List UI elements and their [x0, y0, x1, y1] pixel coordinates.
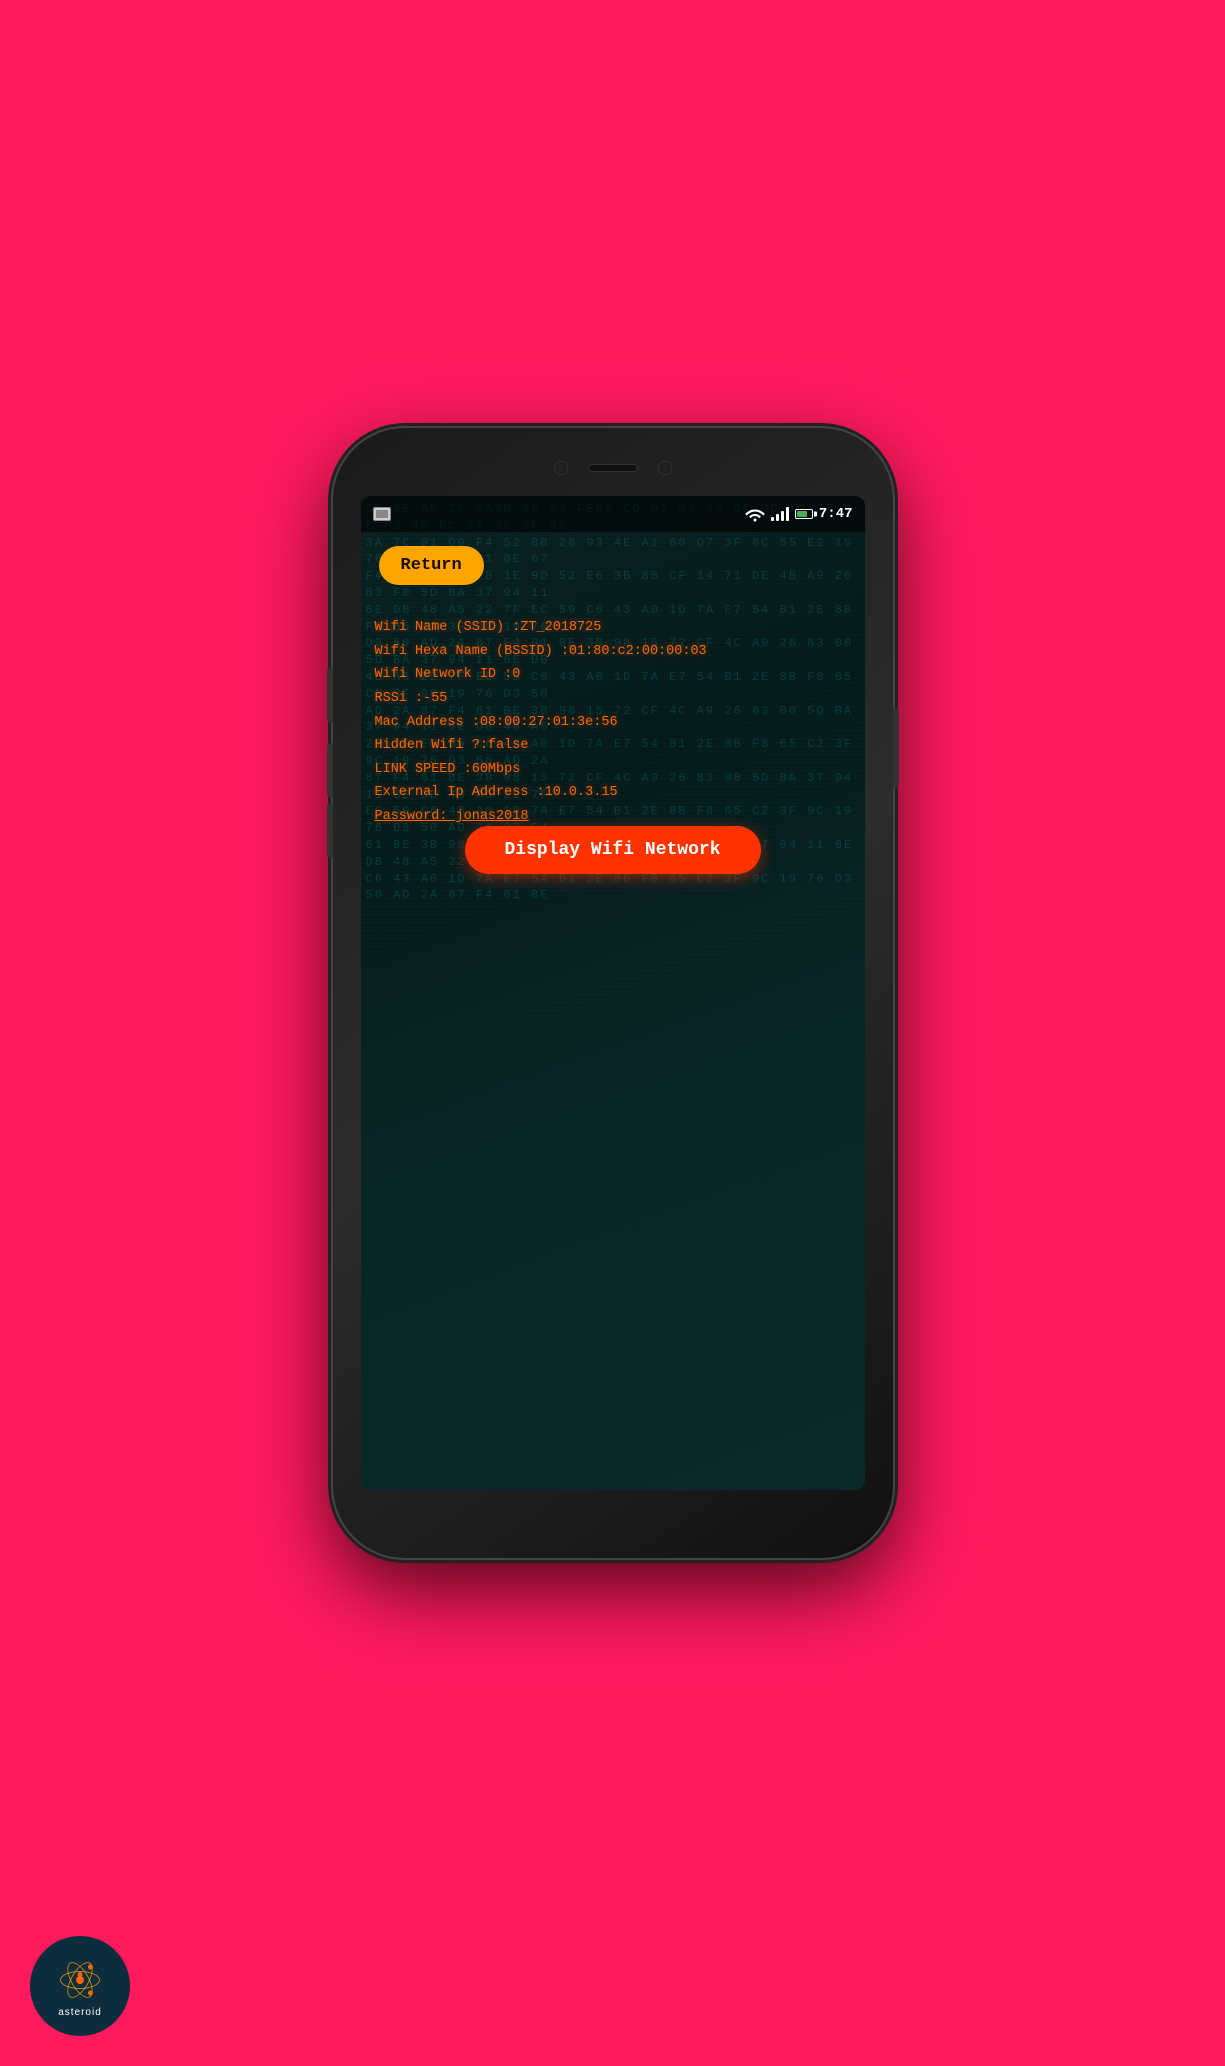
notification-icon — [373, 507, 391, 521]
wifi-info-panel: Wifi Name (SSID) :ZT_2018725 Wifi Hexa N… — [375, 616, 851, 829]
status-left — [373, 507, 391, 521]
wifi-external-ip: External Ip Address :10.0.3.15 — [375, 781, 851, 805]
wifi-hidden: Hidden Wifi ?:false — [375, 734, 851, 758]
phone-body: 8F 9E A5 2F 6A3B 88 67 FE8A CD 01 B4 33 … — [333, 428, 893, 1558]
wifi-link-speed: LINK SPEED :60Mbps — [375, 758, 851, 782]
status-bar: 7:47 — [361, 496, 865, 532]
wifi-rssi: RSSi :-55 — [375, 687, 851, 711]
electron-3 — [87, 1963, 94, 1970]
wifi-bssid: Wifi Hexa Name (BSSID) :01:80:c2:00:00:0… — [375, 640, 851, 664]
phone-screen: 8F 9E A5 2F 6A3B 88 67 FE8A CD 01 B4 33 … — [361, 496, 865, 1490]
electron-2 — [87, 1989, 94, 1996]
asteroid-logo: asteroid — [30, 1936, 130, 2036]
sensor — [658, 461, 672, 475]
wifi-mac: Mac Address :08:00:27:01:3e:56 — [375, 711, 851, 735]
atom-icon — [55, 1955, 105, 2005]
wifi-ssid: Wifi Name (SSID) :ZT_2018725 — [375, 616, 851, 640]
return-button[interactable]: Return — [379, 546, 484, 585]
front-camera — [554, 461, 568, 475]
atom-nucleus — [76, 1976, 84, 1984]
display-wifi-button[interactable]: Display Wifi Network — [464, 826, 760, 874]
wifi-network-id: Wifi Network ID :0 — [375, 663, 851, 687]
earpiece-speaker — [588, 464, 638, 472]
wifi-icon — [745, 506, 765, 522]
battery-icon — [795, 509, 813, 519]
phone-mockup: 8F 9E A5 2F 6A3B 88 67 FE8A CD 01 B4 33 … — [333, 428, 893, 1558]
time-display: 7:47 — [819, 506, 853, 522]
asteroid-label: asteroid — [58, 2007, 102, 2018]
status-right: 7:47 — [745, 506, 853, 522]
signal-icon — [771, 507, 789, 521]
phone-top-bar — [513, 448, 713, 488]
